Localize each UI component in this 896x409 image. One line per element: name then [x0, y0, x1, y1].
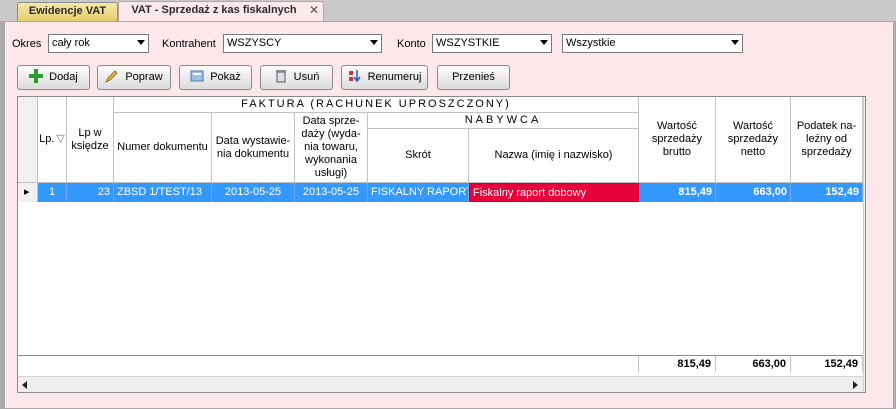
tab-label: VAT - Sprzedaż z kas fiskalnych [131, 4, 297, 16]
chevron-down-icon [137, 40, 145, 45]
cell-netto: 663,00 [716, 183, 791, 202]
dodaj-label: Dodaj [49, 71, 78, 83]
kontrahent-select[interactable]: WSZYSCY [223, 34, 382, 53]
total-netto: 663,00 [716, 355, 791, 372]
tab-vat-sprzedaz[interactable]: VAT - Sprzedaż z kas fiskalnych ✕ [118, 1, 324, 21]
group-header-nabywca: NABYWCA [368, 113, 639, 129]
tab-strip: Ewidencje VAT VAT - Sprzedaż z kas fiska… [0, 0, 896, 21]
col-header-lp[interactable]: Lp. ▽ [38, 97, 67, 183]
pokaz-button[interactable]: Pokaż [179, 65, 252, 90]
usun-label: Usuń [293, 71, 320, 83]
row-selector-header [18, 97, 38, 183]
total-podatek: 152,49 [791, 355, 863, 372]
col-header-data-wystawienia[interactable]: Data wystawie-nia dokumentu [212, 113, 295, 183]
tab-ewidencje-vat[interactable]: Ewidencje VAT [17, 2, 118, 21]
chevron-down-icon [540, 40, 548, 45]
col-header-skrot[interactable]: Skrót [368, 129, 469, 183]
konto-label: Konto [397, 38, 426, 50]
col-header-netto[interactable]: Wartość sprzedaży netto [716, 97, 791, 183]
row-indicator-icon: ▸ [18, 183, 38, 202]
sales-grid[interactable]: Lp. ▽ Lp w księdze FAKTURA (RACHUNEK UPR… [17, 96, 866, 393]
chevron-down-icon [731, 40, 739, 45]
total-brutto: 815,49 [639, 355, 716, 372]
cell-nazwa[interactable]: Fiskalny raport dobowy [469, 183, 639, 202]
cell-brutto: 815,49 [639, 183, 716, 202]
renumeruj-button[interactable]: Renumeruj [341, 65, 428, 90]
table-row[interactable]: ▸ 1 23 ZBSD 1/TEST/13 2013-05-25 2013-05… [18, 183, 865, 202]
extra-filter-value: Wszystkie [566, 37, 616, 49]
cell-lp-ksiedze: 23 [67, 183, 114, 202]
col-header-nazwa[interactable]: Nazwa (imię i nazwisko) [469, 129, 639, 183]
popraw-button[interactable]: Popraw [97, 65, 171, 90]
okres-label: Okres [12, 38, 42, 50]
sort-triangle-icon: ▽ [56, 133, 65, 145]
chevron-down-icon [370, 40, 378, 45]
dodaj-button[interactable]: Dodaj [17, 65, 90, 90]
group-header-faktura: FAKTURA (RACHUNEK UPROSZCZONY) [114, 97, 639, 113]
cell-numer: ZBSD 1/TEST/13 [114, 183, 212, 202]
renumber-icon [348, 69, 362, 83]
cell-podatek: 152,49 [791, 183, 863, 202]
close-icon[interactable]: ✕ [309, 2, 319, 19]
przenies-label: Przenieś [452, 71, 495, 83]
kontrahent-value: WSZYSCY [227, 37, 282, 49]
renumeruj-label: Renumeruj [367, 71, 422, 83]
okres-value: cały rok [52, 37, 90, 49]
col-header-podatek[interactable]: Podatek na-leżny od sprzedaży [791, 97, 863, 183]
cell-skrot: FISKALNY RAPORT [368, 183, 469, 202]
scroll-left-icon[interactable] [22, 381, 27, 389]
konto-value: WSZYSTKIE [436, 37, 500, 49]
usun-button[interactable]: Usuń [260, 65, 333, 90]
przenies-button[interactable]: Przenieś [437, 65, 510, 90]
kontrahent-label: Kontrahent [162, 38, 216, 50]
col-header-numer[interactable]: Numer dokumentu [114, 113, 212, 183]
trash-icon [274, 69, 288, 83]
pokaz-label: Pokaż [210, 71, 241, 83]
plus-icon [29, 69, 44, 84]
okres-select[interactable]: cały rok [48, 34, 149, 53]
konto-select[interactable]: WSZYSTKIE [432, 34, 552, 53]
popraw-label: Popraw [125, 71, 163, 83]
col-header-brutto[interactable]: Wartość sprzedaży brutto [639, 97, 716, 183]
scroll-thumb[interactable] [865, 112, 866, 128]
totals-spacer [18, 355, 639, 372]
main-panel: Okres cały rok Kontrahent WSZYSCY Konto … [4, 21, 894, 409]
col-header-data-sprzedazy[interactable]: Data sprze-daży (wyda-nia towaru, wykona… [295, 113, 368, 183]
scroll-right-icon[interactable] [853, 381, 858, 389]
pencil-icon [105, 69, 119, 83]
horizontal-scrollbar[interactable] [18, 376, 863, 392]
cell-data-sprzedazy: 2013-05-25 [295, 183, 368, 202]
vertical-scrollbar[interactable] [863, 97, 866, 392]
cell-lp: 1 [38, 183, 67, 202]
extra-filter-select[interactable]: Wszystkie [562, 34, 743, 53]
col-header-lp-ksiedze[interactable]: Lp w księdze [67, 97, 114, 183]
view-icon [190, 69, 204, 83]
cell-data-wystawienia: 2013-05-25 [212, 183, 295, 202]
